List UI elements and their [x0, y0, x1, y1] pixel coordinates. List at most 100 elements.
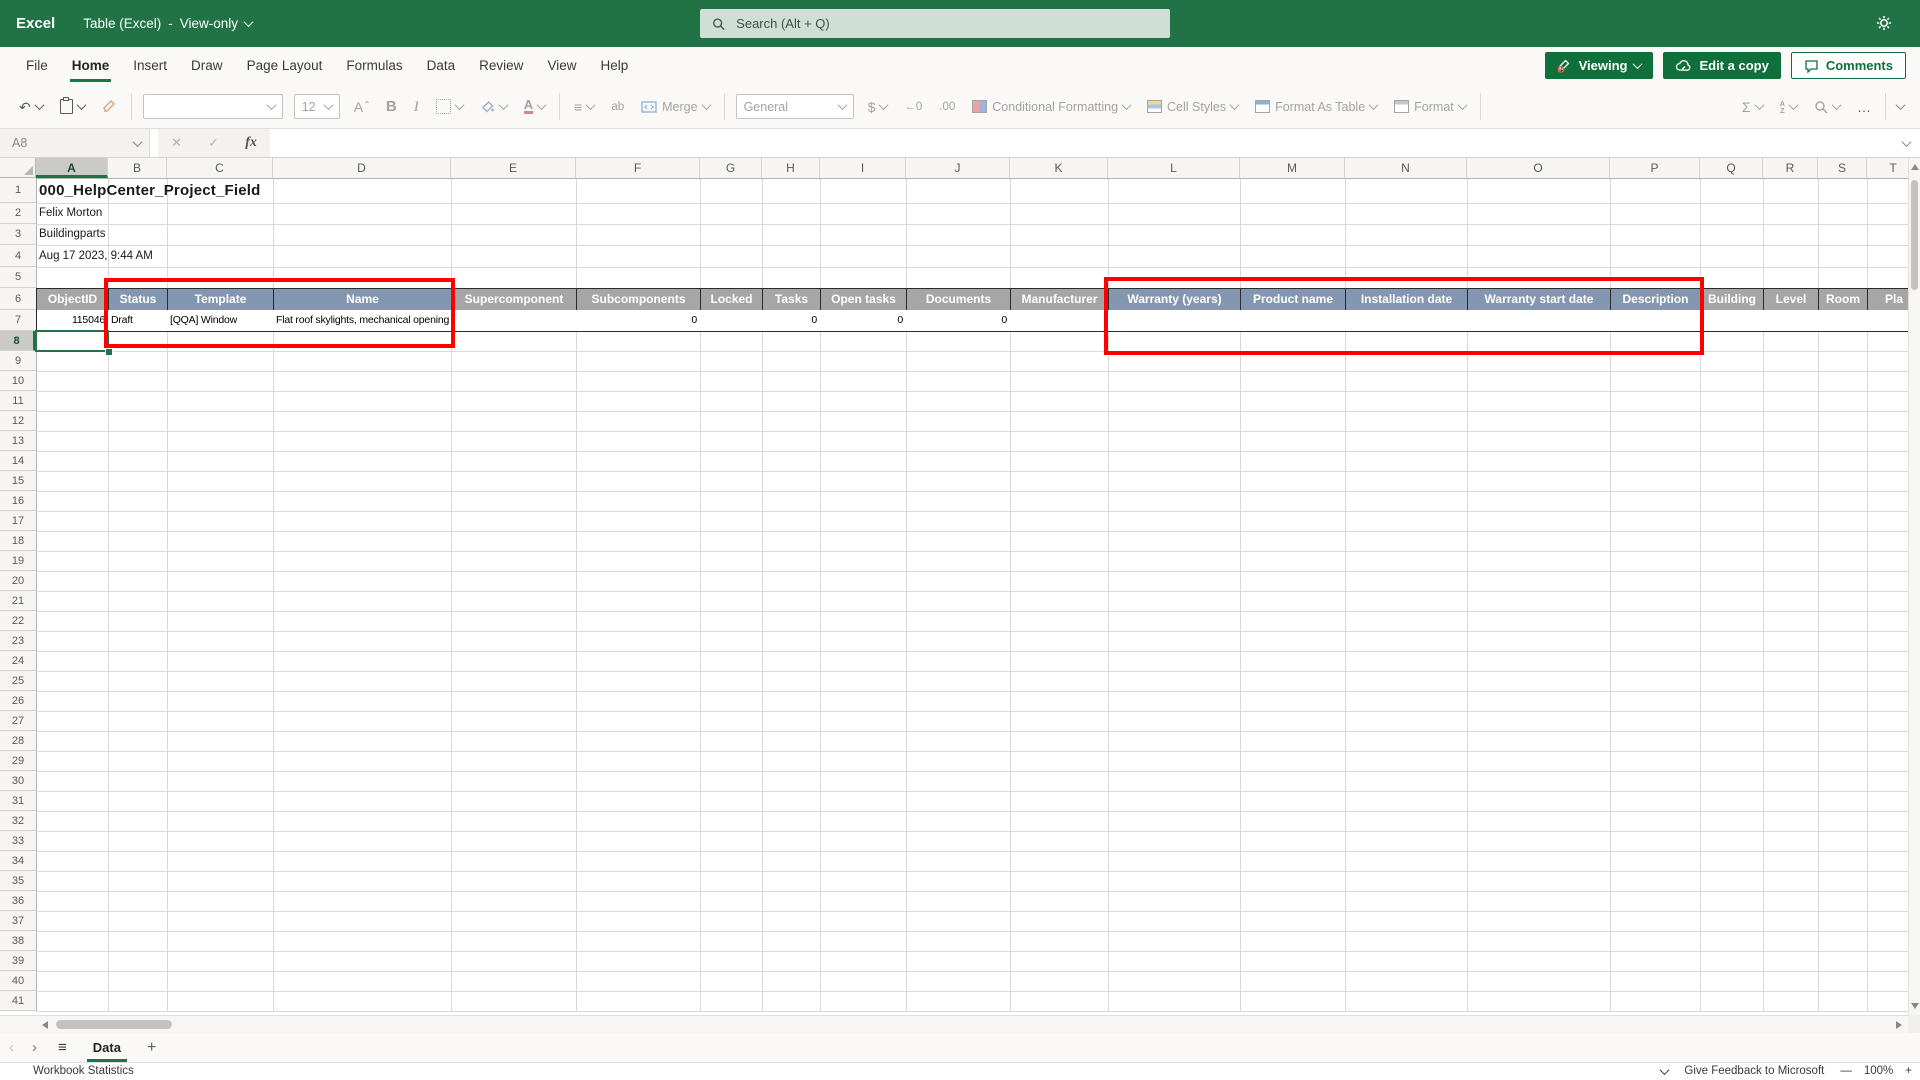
table-cell-I7[interactable]: 0	[820, 310, 907, 332]
chevron-down-icon[interactable]	[1660, 1065, 1670, 1075]
row-header-33[interactable]: 33	[0, 831, 36, 851]
column-header-K[interactable]: K	[1010, 158, 1108, 178]
column-header-P[interactable]: P	[1610, 158, 1700, 178]
row-header-25[interactable]: 25	[0, 671, 36, 691]
app-logo[interactable]: Excel	[16, 15, 55, 32]
autosum-button[interactable]: Σ	[1739, 98, 1766, 116]
comments-button[interactable]: Comments	[1791, 52, 1906, 79]
cell-A2[interactable]: Felix Morton	[39, 203, 102, 224]
cell-A1[interactable]: 000_HelpCenter_Project_Field	[39, 178, 261, 203]
cell-A4[interactable]: Aug 17 2023, 9:44 AM	[39, 245, 153, 267]
decrease-decimal-button[interactable]: ←0	[901, 98, 925, 116]
table-cell-K7[interactable]	[1010, 310, 1109, 332]
table-header-Q[interactable]: Building	[1700, 288, 1764, 311]
row-header-24[interactable]: 24	[0, 651, 36, 671]
row-header-35[interactable]: 35	[0, 871, 36, 891]
font-name-select[interactable]	[143, 94, 283, 119]
search-bar[interactable]	[700, 9, 1170, 38]
table-cell-E7[interactable]	[451, 310, 577, 332]
column-header-H[interactable]: H	[762, 158, 820, 178]
row-header-23[interactable]: 23	[0, 631, 36, 651]
workbook-statistics-button[interactable]: Workbook Statistics	[33, 1065, 134, 1077]
column-header-J[interactable]: J	[906, 158, 1010, 178]
menu-tab-file[interactable]: File	[14, 47, 60, 85]
row-header-2[interactable]: 2	[0, 203, 36, 224]
row-header-29[interactable]: 29	[0, 751, 36, 771]
table-header-E[interactable]: Supercomponent	[451, 288, 577, 311]
row-header-9[interactable]: 9	[0, 351, 36, 371]
column-header-I[interactable]: I	[820, 158, 906, 178]
undo-button[interactable]: ↶	[16, 98, 46, 116]
horizontal-scroll-thumb[interactable]	[56, 1020, 172, 1029]
row-header-32[interactable]: 32	[0, 811, 36, 831]
cancel-icon[interactable]: ✕	[171, 135, 182, 151]
viewing-mode-button[interactable]: Viewing	[1545, 52, 1654, 79]
column-header-R[interactable]: R	[1763, 158, 1818, 178]
column-header-D[interactable]: D	[273, 158, 451, 178]
align-button[interactable]: ≡	[571, 98, 597, 116]
increase-decimal-button[interactable]: .00	[936, 98, 958, 116]
table-cell-J7[interactable]: 0	[906, 310, 1011, 332]
column-header-S[interactable]: S	[1818, 158, 1867, 178]
row-header-27[interactable]: 27	[0, 711, 36, 731]
italic-button[interactable]: I	[411, 98, 422, 116]
row-header-11[interactable]: 11	[0, 391, 36, 411]
all-sheets-icon[interactable]: ≡	[46, 1039, 79, 1056]
table-header-S[interactable]: Room	[1818, 288, 1868, 311]
conditional-formatting-button[interactable]: Conditional Formatting	[969, 98, 1133, 116]
more-options-button[interactable]: …	[1854, 98, 1874, 116]
zoom-level[interactable]: 100%	[1864, 1065, 1893, 1077]
row-header-36[interactable]: 36	[0, 891, 36, 911]
menu-tab-home[interactable]: Home	[60, 47, 122, 85]
column-header-L[interactable]: L	[1108, 158, 1240, 178]
table-cell-F7[interactable]: 0	[576, 310, 701, 332]
row-header-39[interactable]: 39	[0, 951, 36, 971]
table-header-I[interactable]: Open tasks	[820, 288, 907, 311]
zoom-in-button[interactable]: +	[1905, 1065, 1912, 1077]
row-header-5[interactable]: 5	[0, 267, 36, 288]
insert-function-icon[interactable]: fx	[245, 135, 257, 151]
vertical-scroll-thumb[interactable]	[1911, 180, 1918, 290]
row-header-22[interactable]: 22	[0, 611, 36, 631]
font-size-select[interactable]: 12	[294, 94, 340, 119]
menu-tab-insert[interactable]: Insert	[121, 47, 179, 85]
fill-color-button[interactable]	[477, 97, 510, 116]
settings-gear-icon[interactable]	[1874, 13, 1894, 38]
sheet-tab-data[interactable]: Data	[79, 1033, 135, 1062]
menu-tab-help[interactable]: Help	[588, 47, 640, 85]
font-color-button[interactable]: A	[521, 97, 548, 116]
scroll-right-icon[interactable]	[1896, 1021, 1902, 1029]
number-format-select[interactable]: General	[736, 94, 854, 119]
column-header-F[interactable]: F	[576, 158, 700, 178]
format-painter-button[interactable]	[99, 97, 120, 116]
row-header-1[interactable]: 1	[0, 178, 36, 203]
find-button[interactable]	[1811, 98, 1843, 116]
zoom-out-button[interactable]: —	[1840, 1065, 1852, 1077]
row-header-31[interactable]: 31	[0, 791, 36, 811]
column-header-C[interactable]: C	[167, 158, 273, 178]
select-all-corner[interactable]	[0, 158, 36, 178]
menu-tab-draw[interactable]: Draw	[179, 47, 235, 85]
increase-font-button[interactable]: Aˆ	[351, 98, 372, 116]
column-header-E[interactable]: E	[451, 158, 576, 178]
column-header-Q[interactable]: Q	[1700, 158, 1763, 178]
column-header-G[interactable]: G	[700, 158, 762, 178]
table-cell-S7[interactable]	[1818, 310, 1868, 332]
row-header-13[interactable]: 13	[0, 431, 36, 451]
row-header-14[interactable]: 14	[0, 451, 36, 471]
horizontal-scrollbar[interactable]	[0, 1015, 1908, 1033]
column-header-O[interactable]: O	[1467, 158, 1610, 178]
prev-sheet-icon[interactable]: ‹	[0, 1039, 23, 1056]
table-cell-G7[interactable]	[700, 310, 763, 332]
table-cell-A7[interactable]: 115046	[36, 310, 109, 332]
ribbon-collapse-chevron-icon[interactable]	[1896, 100, 1906, 110]
next-sheet-icon[interactable]: ›	[23, 1039, 46, 1056]
row-header-37[interactable]: 37	[0, 911, 36, 931]
table-header-G[interactable]: Locked	[700, 288, 763, 311]
row-header-28[interactable]: 28	[0, 731, 36, 751]
merge-button[interactable]: Merge	[638, 98, 712, 116]
column-header-N[interactable]: N	[1345, 158, 1467, 178]
table-header-A[interactable]: ObjectID	[36, 288, 109, 311]
scroll-left-icon[interactable]	[42, 1021, 48, 1029]
table-header-H[interactable]: Tasks	[762, 288, 821, 311]
